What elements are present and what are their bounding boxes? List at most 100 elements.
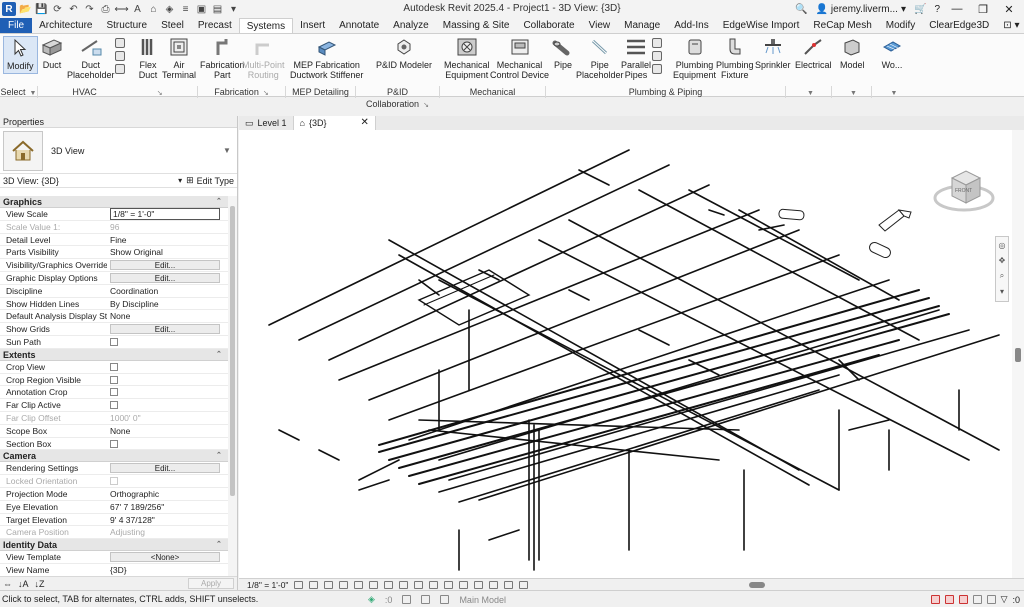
apply-button[interactable]: Apply xyxy=(187,578,234,589)
cart-icon[interactable]: 🛒 xyxy=(914,4,926,15)
work-plane-button[interactable]: Wo... xyxy=(880,36,904,70)
detail-level-select[interactable]: Fine xyxy=(107,234,228,246)
model-button[interactable]: Model xyxy=(840,36,865,70)
crop-region-icon[interactable] xyxy=(384,580,394,589)
viewcube[interactable]: FRONT xyxy=(932,158,996,221)
section-extents[interactable]: Extents ⌃ xyxy=(0,348,228,361)
tab-insert[interactable]: Insert xyxy=(293,18,332,33)
graphic-display-edit-button[interactable]: Edit... xyxy=(110,272,220,283)
scrollbar-thumb[interactable] xyxy=(230,206,235,496)
help-icon[interactable]: ? xyxy=(934,4,940,15)
eye-elevation-input[interactable]: 67' 7 189/256" xyxy=(107,501,228,513)
panel-model[interactable]: ▼ xyxy=(832,86,872,98)
pipe-connector-icon[interactable] xyxy=(652,64,662,74)
section-camera[interactable]: Camera ⌃ xyxy=(0,450,228,463)
tab-file[interactable]: File xyxy=(0,18,33,33)
design-options-icon[interactable] xyxy=(421,595,431,604)
select-underlay-icon[interactable] xyxy=(944,595,954,604)
close-button[interactable]: ✕ xyxy=(1000,3,1018,16)
tab-recap-mesh[interactable]: ReCap Mesh xyxy=(806,18,878,33)
save-icon[interactable]: 💾 xyxy=(35,3,48,15)
tab-modify[interactable]: Modify xyxy=(879,18,922,33)
scope-box-select[interactable]: None xyxy=(107,425,228,437)
panel-work-plane[interactable]: ▼ xyxy=(872,86,912,98)
reveal-hidden-icon[interactable] xyxy=(429,580,439,589)
tab-architecture[interactable]: Architecture xyxy=(32,18,99,33)
view-name-input[interactable]: {3D} xyxy=(107,564,228,576)
pipe-fitting-icon[interactable] xyxy=(652,38,662,48)
thin-lines-icon[interactable]: ≡ xyxy=(179,3,192,15)
sun-path-checkbox[interactable] xyxy=(110,337,118,346)
measure-icon[interactable]: ⟷ xyxy=(114,3,128,15)
properties-scrollbar[interactable] xyxy=(228,196,237,576)
instance-filter[interactable]: 3D View: {3D} ▾ ⊞ Edit Type xyxy=(0,174,237,188)
filter-icon[interactable]: ▽ xyxy=(1001,594,1008,605)
select-links-icon[interactable] xyxy=(930,595,940,604)
sprinkler-button[interactable]: Sprinkler xyxy=(755,36,791,70)
maximize-button[interactable]: ❐ xyxy=(974,3,992,16)
revit-logo-icon[interactable]: R xyxy=(2,2,16,16)
duct-fitting-icon[interactable] xyxy=(115,51,125,61)
user-menu[interactable]: 👤 jeremy.liverm... ▾ xyxy=(815,4,906,15)
print-icon[interactable]: ⎙ xyxy=(99,3,112,15)
3d-view-icon[interactable]: ⌂ xyxy=(147,3,160,15)
edit-type-button[interactable]: Edit Type xyxy=(197,176,234,186)
tab-analyze[interactable]: Analyze xyxy=(386,18,436,33)
select-by-face-icon[interactable] xyxy=(972,595,982,604)
crop-view-checkbox[interactable] xyxy=(110,362,118,371)
analysis-display-icon[interactable] xyxy=(459,580,469,589)
sun-path-icon[interactable] xyxy=(324,580,334,589)
multipoint-routing-button[interactable]: Multi-Point Routing xyxy=(242,36,285,80)
show-grids-edit-button[interactable]: Edit... xyxy=(110,324,220,335)
redo-icon[interactable]: ↷ xyxy=(83,3,96,15)
vertical-scrollbar[interactable] xyxy=(1012,130,1024,578)
show-analytical-icon[interactable] xyxy=(504,580,514,589)
tab-clearedge3d[interactable]: ClearEdge3D xyxy=(922,18,996,33)
switch-windows-icon[interactable]: ▤ xyxy=(211,3,224,15)
search-icon[interactable]: 🔍 xyxy=(795,4,807,15)
crop-region-checkbox[interactable] xyxy=(110,375,118,384)
section-icon[interactable]: ◈ xyxy=(163,3,176,15)
panel-select[interactable]: Select ▼ xyxy=(0,86,38,98)
temporary-hide-icon[interactable] xyxy=(414,580,424,589)
workset-icon[interactable]: ◈ xyxy=(368,594,375,605)
target-elevation-input[interactable]: 9' 4 37/128" xyxy=(107,514,228,526)
dialog-launcher-icon[interactable]: ↘ xyxy=(157,90,163,97)
visual-style-icon[interactable] xyxy=(309,580,319,589)
rendering-edit-button[interactable]: Edit... xyxy=(110,463,220,474)
pipe-button[interactable]: Pipe xyxy=(551,36,575,70)
properties-toggle-icon[interactable]: ⇔ xyxy=(3,579,12,589)
sort-ascending-icon[interactable]: ↓A xyxy=(18,579,29,589)
section-graphics[interactable]: Graphics ⌃ xyxy=(0,196,228,208)
convert-duct-icon[interactable] xyxy=(115,38,125,48)
sync-icon[interactable]: ⟳ xyxy=(51,3,64,15)
parts-visibility-select[interactable]: Show Original xyxy=(107,246,228,258)
tab-collaborate[interactable]: Collaborate xyxy=(516,18,581,33)
hidden-lines-select[interactable]: By Discipline xyxy=(107,298,228,310)
plumbing-fixture-button[interactable]: Plumbing Fixture xyxy=(716,36,754,80)
highlight-displacement-icon[interactable] xyxy=(474,580,484,589)
model-selector[interactable]: Main Model xyxy=(459,595,506,605)
far-clip-checkbox[interactable] xyxy=(110,401,118,410)
open-icon[interactable]: 📂 xyxy=(19,3,32,15)
zoom-icon[interactable]: ⌕ xyxy=(1000,271,1004,281)
drag-elements-icon[interactable] xyxy=(986,595,996,604)
tab-annotate[interactable]: Annotate xyxy=(332,18,386,33)
section-box-checkbox[interactable] xyxy=(110,439,118,448)
text-icon[interactable]: A xyxy=(131,3,144,15)
pid-modeler-button[interactable]: P&ID Modeler xyxy=(376,36,432,70)
pipe-placeholder-button[interactable]: Pipe Placeholder xyxy=(576,36,624,80)
view-scale-input[interactable]: 1/8" = 1'-0" xyxy=(110,208,220,220)
vg-edit-button[interactable]: Edit... xyxy=(110,260,220,271)
editing-requests-icon[interactable] xyxy=(402,595,412,604)
electrical-button[interactable]: Electrical xyxy=(795,36,832,70)
modify-button[interactable]: Modify xyxy=(3,36,38,74)
panel-electrical[interactable]: ▼ xyxy=(786,86,832,98)
tab-precast[interactable]: Precast xyxy=(191,18,239,33)
close-hidden-icon[interactable]: ▣ xyxy=(195,3,208,15)
pan-icon[interactable]: ✥ xyxy=(999,256,1006,265)
parallel-pipes-button[interactable]: Parallel Pipes xyxy=(621,36,651,80)
tab-level-1[interactable]: ▭ Level 1 xyxy=(239,116,294,130)
tab-steel[interactable]: Steel xyxy=(154,18,191,33)
section-identity[interactable]: Identity Data ⌃ xyxy=(0,539,228,552)
